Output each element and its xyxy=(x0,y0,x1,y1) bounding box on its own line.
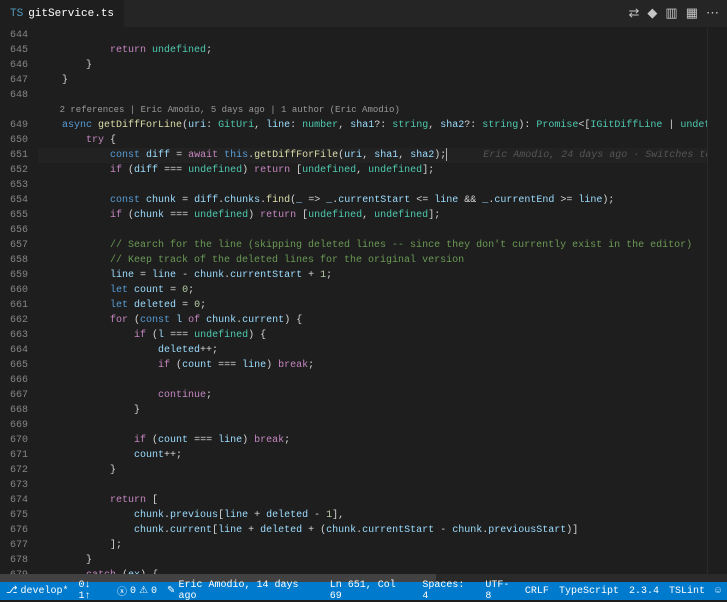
tab-filename: gitService.ts xyxy=(28,8,114,20)
language-status[interactable]: TypeScript xyxy=(559,586,619,597)
minimap[interactable] xyxy=(707,28,727,574)
more-actions-icon[interactable]: ⋯ xyxy=(706,6,719,21)
blame-status[interactable]: ✎ Eric Amodio, 14 days ago xyxy=(167,580,320,602)
tab-bar: TS gitService.ts ⇄ ◆ ▥ ▦ ⋯ xyxy=(0,0,727,28)
git-sync-status[interactable]: 0↓ 1↑ xyxy=(79,580,108,602)
typescript-file-icon: TS xyxy=(10,8,23,20)
main-editor[interactable]: 6446456466476486496506516526536546556566… xyxy=(0,28,707,574)
tslint-status[interactable]: TSLint xyxy=(669,586,705,597)
layout-icon[interactable]: ▦ xyxy=(686,6,698,21)
open-changes-icon[interactable]: ◆ xyxy=(647,6,657,21)
compare-changes-icon[interactable]: ⇄ xyxy=(629,6,640,21)
editor-actions: ⇄ ◆ ▥ ▦ ⋯ xyxy=(629,6,727,21)
cursor-position[interactable]: Ln 651, Col 69 xyxy=(330,580,413,602)
encoding-status[interactable]: UTF-8 xyxy=(485,580,515,602)
git-branch-status[interactable]: ⎇ develop* xyxy=(6,585,69,597)
code-content[interactable]: return undefined; } } 2 references | Eri… xyxy=(38,28,707,574)
errors-status[interactable]: ⓧ 0 ⚠ 0 xyxy=(117,583,157,599)
split-editor-icon[interactable]: ▥ xyxy=(665,6,677,21)
eol-status[interactable]: CRLF xyxy=(525,586,549,597)
ts-version-status[interactable]: 2.3.4 xyxy=(629,586,659,597)
indentation-status[interactable]: Spaces: 4 xyxy=(422,580,475,602)
editor-area: 6446456466476486496506516526536546556566… xyxy=(0,28,727,574)
line-number-gutter: 6446456466476486496506516526536546556566… xyxy=(0,28,38,574)
status-bar: ⎇ develop* 0↓ 1↑ ⓧ 0 ⚠ 0 ✎ Eric Amodio, … xyxy=(0,582,727,600)
feedback-icon[interactable]: ☺ xyxy=(715,586,721,597)
active-tab[interactable]: TS gitService.ts xyxy=(0,0,124,28)
